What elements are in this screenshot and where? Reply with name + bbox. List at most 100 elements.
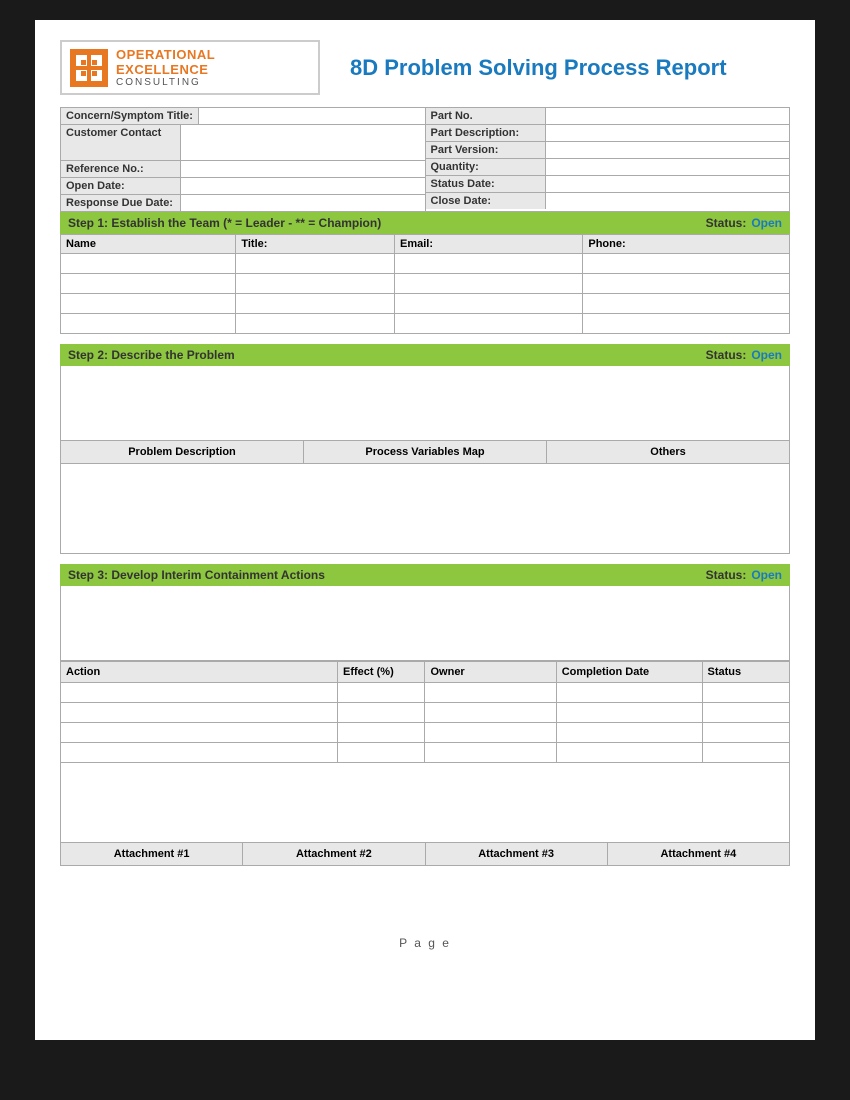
step2-content-area[interactable]: [60, 366, 790, 441]
close-date-label: Close Date:: [426, 193, 546, 209]
col-status: Status: [702, 662, 790, 683]
attachment-1[interactable]: Attachment #1: [61, 843, 243, 865]
step1-header: Step 1: Establish the Team (* = Leader -…: [60, 212, 790, 234]
team-row-1[interactable]: [61, 254, 790, 274]
team-table-header: Name Title: Email: Phone:: [61, 235, 790, 254]
open-date-value[interactable]: [181, 178, 425, 194]
part-version-row: Part Version:: [426, 142, 790, 159]
logo-text: OPERATIONAL EXCELLENCE CONSULTING: [116, 47, 310, 88]
brand-o: O: [116, 47, 127, 62]
step3-status-label: Status:: [706, 568, 747, 582]
col-effect: Effect (%): [338, 662, 425, 683]
page-header: OPERATIONAL EXCELLENCE CONSULTING 8D Pro…: [60, 40, 790, 95]
part-no-row: Part No.: [426, 108, 790, 125]
part-version-label: Part Version:: [426, 142, 546, 158]
reference-value[interactable]: [181, 161, 425, 177]
report-page: OPERATIONAL EXCELLENCE CONSULTING 8D Pro…: [35, 20, 815, 1040]
response-due-row: Response Due Date:: [61, 195, 425, 211]
step1-title: Step 1: Establish the Team (* = Leader -…: [68, 216, 381, 230]
attachment-row: Attachment #1 Attachment #2 Attachment #…: [60, 843, 790, 866]
tool-process-vars[interactable]: Process Variables Map: [304, 441, 547, 463]
quantity-label: Quantity:: [426, 159, 546, 175]
customer-contact-label: Customer Contact: [61, 125, 181, 160]
attachment-3[interactable]: Attachment #3: [426, 843, 608, 865]
customer-contact-row: Customer Contact: [61, 125, 425, 161]
brand-xcellence: XCELLENCE: [125, 62, 208, 77]
col-owner: Owner: [425, 662, 556, 683]
step2-status-label: Status:: [706, 348, 747, 362]
logo-sub: CONSULTING: [116, 77, 310, 88]
part-no-label: Part No.: [426, 108, 546, 124]
status-date-row: Status Date:: [426, 176, 790, 193]
step3-status: Status: Open: [706, 568, 782, 582]
step2-header: Step 2: Describe the Problem Status: Ope…: [60, 344, 790, 366]
team-row-3[interactable]: [61, 294, 790, 314]
concern-value[interactable]: [199, 108, 425, 124]
part-desc-row: Part Description:: [426, 125, 790, 142]
action-table-header: Action Effect (%) Owner Completion Date …: [61, 662, 790, 683]
top-right: Part No. Part Description: Part Version:…: [426, 108, 790, 211]
team-row-2[interactable]: [61, 274, 790, 294]
col-action: Action: [61, 662, 338, 683]
step2-status-value: Open: [751, 348, 782, 362]
brand-e: E: [116, 62, 125, 77]
attachment-4[interactable]: Attachment #4: [608, 843, 789, 865]
quantity-row: Quantity:: [426, 159, 790, 176]
step1-subtitle: (* = Leader - ** = Champion): [223, 216, 381, 230]
concern-row: Concern/Symptom Title:: [61, 108, 425, 125]
col-phone: Phone:: [583, 235, 790, 254]
action-row-2[interactable]: [61, 703, 790, 723]
step2-title: Step 2: Describe the Problem: [68, 348, 235, 362]
status-date-value[interactable]: [546, 176, 790, 192]
step3-header: Step 3: Develop Interim Containment Acti…: [60, 564, 790, 586]
col-title: Title:: [236, 235, 395, 254]
step3-content-area[interactable]: [60, 586, 790, 661]
response-due-label: Response Due Date:: [61, 195, 181, 211]
footer-area: [60, 866, 790, 916]
logo-icon: [70, 49, 108, 87]
page-footer: P a g e: [60, 936, 790, 950]
team-row-4[interactable]: [61, 314, 790, 334]
action-row-4[interactable]: [61, 743, 790, 763]
part-desc-value[interactable]: [546, 125, 790, 141]
step1-status: Status: Open: [706, 216, 782, 230]
footer-text: P a g e: [399, 936, 451, 950]
col-name: Name: [61, 235, 236, 254]
attachment-2[interactable]: Attachment #2: [243, 843, 425, 865]
step1-status-label: Status:: [706, 216, 747, 230]
logo-box: OPERATIONAL EXCELLENCE CONSULTING: [60, 40, 320, 95]
close-date-value[interactable]: [546, 193, 790, 209]
col-email: Email:: [395, 235, 583, 254]
customer-contact-value[interactable]: [181, 125, 425, 160]
response-due-value[interactable]: [181, 195, 425, 211]
step3-lower-area[interactable]: [60, 763, 790, 843]
step1-title-text: Step 1: Establish the Team: [68, 216, 220, 230]
open-date-label: Open Date:: [61, 178, 181, 194]
part-desc-label: Part Description:: [426, 125, 546, 141]
action-row-1[interactable]: [61, 683, 790, 703]
concern-label: Concern/Symptom Title:: [61, 108, 199, 124]
top-form: Concern/Symptom Title: Customer Contact …: [60, 107, 790, 212]
step2-lower-area[interactable]: [60, 464, 790, 554]
logo-brand: OPERATIONAL EXCELLENCE: [116, 47, 310, 77]
step3-title: Step 3: Develop Interim Containment Acti…: [68, 568, 325, 582]
close-date-row: Close Date:: [426, 193, 790, 209]
part-version-value[interactable]: [546, 142, 790, 158]
step3-status-value: Open: [751, 568, 782, 582]
action-row-3[interactable]: [61, 723, 790, 743]
open-date-row: Open Date:: [61, 178, 425, 195]
reference-label: Reference No.:: [61, 161, 181, 177]
col-completion-date: Completion Date: [556, 662, 702, 683]
status-date-label: Status Date:: [426, 176, 546, 192]
reference-row: Reference No.:: [61, 161, 425, 178]
step2-status: Status: Open: [706, 348, 782, 362]
action-table: Action Effect (%) Owner Completion Date …: [60, 661, 790, 763]
top-left: Concern/Symptom Title: Customer Contact …: [61, 108, 426, 211]
tool-others[interactable]: Others: [547, 441, 789, 463]
team-table: Name Title: Email: Phone:: [60, 234, 790, 334]
quantity-value[interactable]: [546, 159, 790, 175]
part-no-value[interactable]: [546, 108, 790, 124]
brand-perational: PERATIONAL: [127, 47, 215, 62]
tool-problem-desc[interactable]: Problem Description: [61, 441, 304, 463]
report-title: 8D Problem Solving Process Report: [350, 55, 790, 81]
